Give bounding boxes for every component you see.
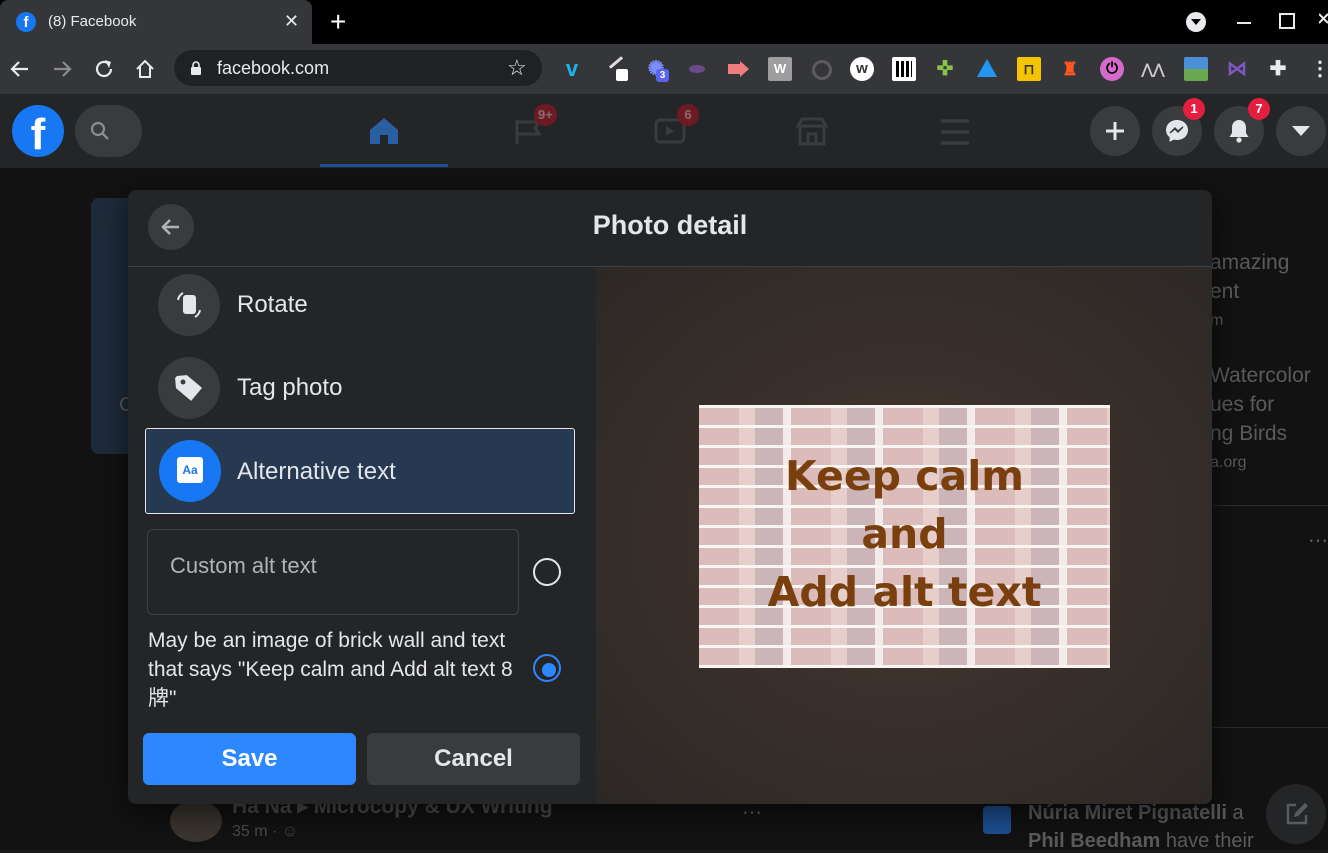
sponsored-text: amazing ent m — [1210, 251, 1290, 329]
dialog-title: Photo detail — [592, 210, 748, 240]
new-tab-button[interactable]: + — [330, 6, 346, 38]
more-options-icon[interactable]: ⋯ — [1308, 528, 1328, 553]
grammarly-extension-icon[interactable] — [809, 57, 833, 81]
save-button[interactable]: Save — [143, 733, 356, 785]
plus-icon — [1106, 122, 1124, 140]
extension-badge: 3 — [656, 69, 669, 82]
photo-detail-dialog: Photo detail Rotate Tag photo Aa Alterna… — [128, 190, 1212, 804]
facebook-logo-icon[interactable]: f — [12, 105, 64, 159]
tag-icon — [158, 357, 220, 419]
nav-watch-tab[interactable]: 6 — [640, 94, 768, 168]
home-icon[interactable] — [134, 58, 156, 80]
notifications-button[interactable]: 7 — [1214, 98, 1270, 156]
tab-close-icon[interactable]: ✕ — [284, 11, 299, 32]
vimeo-extension-icon[interactable]: v — [560, 57, 584, 81]
menu-item-label: Rotate — [237, 291, 308, 318]
nav-home-tab[interactable] — [320, 94, 448, 168]
menu-item-label: Tag photo — [237, 374, 343, 401]
gift-icon — [983, 806, 1011, 834]
search-icon — [90, 121, 109, 140]
lighthouse-extension-icon[interactable]: ♜ — [1058, 57, 1082, 81]
menu-item-label: Alternative text — [237, 458, 396, 485]
messenger-button[interactable]: 1 — [1152, 98, 1205, 156]
chevron-down-icon — [1191, 19, 1201, 25]
mountain-extension-icon[interactable]: ⋀⋀ — [1141, 57, 1165, 81]
sponsored-text-2: Watercolor ues for ng Birds a.org — [1210, 364, 1311, 471]
lock-icon[interactable] — [190, 61, 202, 76]
search-button[interactable] — [75, 105, 142, 157]
sidebar-divider-2 — [1213, 727, 1328, 728]
new-message-button[interactable] — [1266, 784, 1326, 844]
url-text[interactable]: facebook.com — [217, 58, 329, 79]
caret-down-icon — [1292, 126, 1310, 136]
menu-item-alternative-text[interactable]: Aa Alternative text — [145, 428, 575, 514]
facebook-favicon-icon: f — [16, 12, 36, 32]
window-close-icon[interactable] — [1319, 12, 1328, 30]
nav-menu-tab[interactable] — [925, 94, 985, 168]
marketplace-icon — [795, 117, 829, 146]
pen-extension-icon[interactable] — [604, 56, 628, 81]
post-avatar[interactable] — [170, 800, 222, 842]
eye-extension-icon[interactable] — [685, 57, 709, 81]
messenger-badge: 1 — [1183, 98, 1205, 120]
browser-menu-icon[interactable]: ⋮ — [1308, 57, 1328, 81]
sidebar-divider — [1213, 505, 1328, 506]
bell-icon — [1229, 120, 1249, 143]
nav-marketplace-tab[interactable] — [782, 94, 842, 168]
messenger-icon — [1166, 120, 1188, 142]
plug-extension-icon[interactable]: ✜ — [933, 57, 957, 81]
ruler-extension-icon[interactable]: ⊓ — [1017, 57, 1041, 81]
arrow-extension-icon[interactable] — [726, 57, 750, 81]
cancel-button[interactable]: Cancel — [367, 733, 580, 785]
globe-icon: ☺ — [281, 823, 299, 840]
automatic-alt-radio[interactable] — [533, 654, 561, 682]
minimize-icon[interactable] — [1237, 22, 1251, 24]
browser-tab[interactable]: f (8) Facebook ✕ — [0, 0, 312, 44]
image-extension-icon[interactable] — [1184, 57, 1208, 81]
alt-text-icon: Aa — [159, 440, 221, 502]
rotate-icon — [158, 274, 220, 336]
photo-preview: Keep calm and Add alt text — [699, 405, 1110, 668]
hamburger-icon — [941, 119, 969, 145]
custom-alt-text-placeholder: Custom alt text — [170, 553, 317, 578]
columns-extension-icon[interactable] — [892, 57, 916, 81]
power-extension-icon[interactable]: ⏻ — [1100, 57, 1124, 81]
bookmark-star-icon[interactable]: ☆ — [507, 55, 527, 81]
radio-selected-dot — [542, 663, 556, 677]
extensions-puzzle-icon[interactable]: ✚ — [1266, 57, 1290, 81]
reload-icon[interactable] — [93, 58, 115, 80]
menu-item-tag-photo[interactable]: Tag photo — [158, 357, 578, 419]
compose-icon — [1286, 803, 1308, 825]
account-button[interactable] — [1276, 106, 1326, 156]
forward-icon[interactable] — [52, 60, 72, 78]
birthday-text: Núria Miret Pignatelli a — [1028, 802, 1244, 824]
groups-badge: 9+ — [534, 104, 557, 126]
home-nav-icon — [370, 118, 398, 144]
photo-caption-text: Keep calm and Add alt text — [767, 452, 1042, 616]
maximize-icon[interactable] — [1279, 13, 1295, 29]
watch-badge: 6 — [677, 104, 699, 126]
menu-item-rotate[interactable]: Rotate — [158, 274, 578, 336]
automatic-alt-text: May be an image of brick wall and text t… — [148, 629, 513, 710]
custom-alt-radio[interactable] — [533, 558, 561, 586]
wordtune-extension-icon[interactable]: w — [850, 57, 874, 81]
visual-studio-extension-icon[interactable]: ⋈ — [1225, 57, 1249, 81]
back-icon[interactable] — [10, 60, 30, 78]
w-box-extension-icon[interactable]: W — [768, 57, 792, 81]
burst-extension-icon[interactable]: ✺3 — [644, 57, 669, 82]
post-time: 35 m · ☺ — [232, 823, 299, 840]
profile-menu-icon[interactable] — [1186, 12, 1206, 32]
nav-groups-tab[interactable]: 9+ — [497, 94, 625, 168]
tab-title: (8) Facebook — [48, 13, 137, 30]
triangle-extension-icon[interactable] — [975, 57, 999, 81]
active-tab-underline — [320, 164, 448, 167]
notifications-badge: 7 — [1248, 98, 1270, 120]
create-button[interactable] — [1090, 106, 1140, 156]
